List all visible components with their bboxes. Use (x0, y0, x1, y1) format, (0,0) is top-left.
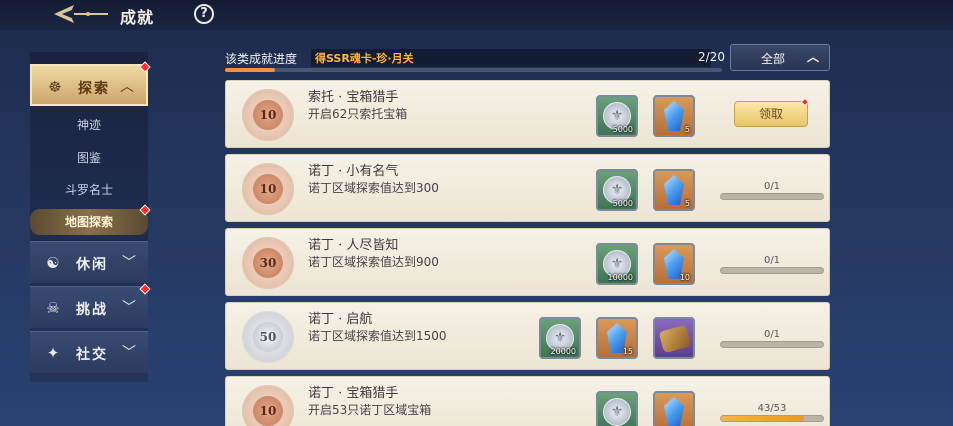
reward-item-gem[interactable]: 5 (653, 169, 695, 211)
reward-item-gem[interactable]: 5 (653, 95, 695, 137)
achievement-badge: 10 (242, 163, 294, 215)
achievement-description: 诺丁区域探索值达到900 (308, 255, 439, 269)
achievement-row: 10 诺丁 · 小有名气诺丁区域探索值达到300 ⚜ 5000 5 0/1 (225, 154, 830, 222)
sidebar-category-label: 挑战 (76, 302, 108, 318)
reward-item-gem[interactable] (653, 391, 695, 426)
badge-points: 10 (253, 100, 283, 130)
badge-points: 10 (253, 174, 283, 204)
achievement-description: 诺丁区域探索值达到300 (308, 181, 439, 195)
page-title: 成就 (120, 8, 155, 27)
reward-quantity: 10 (679, 273, 690, 282)
progress-label: 该类成就进度 (225, 52, 298, 66)
progress-text: 0/1 (763, 329, 781, 340)
achievement-row: 50 诺丁 · 启航诺丁区域探索值达到1500 ⚜ 20000 15 0/1 (225, 302, 830, 370)
crystal-icon (664, 101, 684, 131)
progress-banner: 得SSR魂卡-珍·月关 (311, 49, 711, 67)
sidebar-subitem-famous[interactable]: 斗罗名士 (30, 175, 148, 205)
achievement-progress-bar (720, 193, 824, 200)
reward-quantity: 5 (684, 199, 690, 208)
help-button[interactable]: ? (194, 4, 214, 24)
progress-bar-fill (225, 68, 275, 72)
achievement-title: 诺丁 · 宝箱猎手 (308, 386, 399, 401)
crystal-icon (664, 175, 684, 205)
badge-points: 10 (253, 396, 283, 426)
reward-item-coin[interactable]: ⚜ 5000 (596, 169, 638, 211)
scroll-icon (658, 324, 692, 354)
achievement-description: 诺丁区域探索值达到1500 (308, 329, 447, 343)
sidebar-category-leisure[interactable]: ☯ 休闲 ﹀ (30, 241, 148, 283)
progress-text: 43/53 (757, 403, 787, 414)
chevron-down-icon: ﹀ (122, 255, 136, 271)
reward-item-gem[interactable]: 10 (653, 243, 695, 285)
achievement-badge: 30 (242, 237, 294, 289)
filter-label: 全部 (761, 52, 786, 66)
chevron-up-icon: ︿ (120, 79, 134, 95)
reward-item-coin[interactable]: ⚜ 10000 (596, 243, 638, 285)
sidebar-category-challenge[interactable]: ☠ 挑战 ﹀ (30, 286, 148, 328)
reward-quantity: 5000 (612, 199, 633, 208)
achievement-title: 诺丁 · 小有名气 (308, 164, 399, 179)
sidebar-subitem-miracle[interactable]: 神迹 (30, 110, 148, 140)
reward-quantity: 10000 (607, 273, 633, 282)
filter-dropdown[interactable]: 全部 ︿ (730, 44, 830, 71)
achievement-row: 30 诺丁 · 人尽皆知诺丁区域探索值达到900 ⚜ 10000 10 0/1 (225, 228, 830, 296)
achievement-badge: 10 (242, 385, 294, 426)
claim-button[interactable]: 领取 (734, 101, 808, 127)
badge-points: 50 (253, 322, 283, 352)
achievement-row: 10 诺丁 · 宝箱猎手开启53只诺丁区域宝箱 ⚜ 43/53 (225, 376, 830, 426)
sidebar-subitem-codex[interactable]: 图鉴 (30, 143, 148, 173)
achievement-description: 开启62只索托宝箱 (308, 107, 408, 121)
reward-quantity: 15 (622, 347, 633, 356)
back-arrow-icon[interactable] (52, 3, 110, 25)
sidebar-category-label: 探索 (78, 81, 110, 97)
reward-quantity: 5000 (612, 125, 633, 134)
progress-bar (225, 68, 722, 72)
sidebar-subitem-map-explore[interactable]: 地图探索 (30, 209, 148, 235)
reward-item-scroll[interactable] (653, 317, 695, 359)
badge-points: 30 (253, 248, 283, 278)
achievement-badge: 10 (242, 89, 294, 141)
chevron-up-icon: ︿ (807, 50, 820, 64)
reward-quantity: 5 (684, 125, 690, 134)
achievement-row: 10 索托 · 宝箱猎手 开启62只索托宝箱 ⚜ 5000 5 领取 (225, 80, 830, 148)
progress-banner-text: 得SSR魂卡-珍·月关 (315, 52, 414, 65)
reward-quantity: 20000 (550, 347, 576, 356)
reward-item-coin[interactable]: ⚜ (596, 391, 638, 426)
sidebar-category-explore[interactable]: ☸ 探索 ︿ (30, 64, 148, 106)
sidebar-category-label: 休闲 (76, 257, 108, 273)
achievement-progress-fill (721, 416, 804, 421)
progress-count: 2/20 (698, 50, 725, 64)
achievement-badge: 50 (242, 311, 294, 363)
achievement-title: 诺丁 · 人尽皆知 (308, 238, 399, 253)
progress-text: 0/1 (763, 181, 781, 192)
achievement-title: 诺丁 · 启航 (308, 312, 373, 327)
coin-icon: ⚜ (603, 398, 631, 426)
top-bar: 成就 ? (0, 0, 953, 30)
challenge-icon: ☠ (46, 299, 60, 317)
achievement-title: 索托 · 宝箱猎手 (308, 90, 399, 105)
social-icon: ✦ (46, 344, 60, 362)
achievement-description: 开启53只诺丁区域宝箱 (308, 403, 432, 417)
reward-item-coin[interactable]: ⚜ 5000 (596, 95, 638, 137)
sidebar-category-label: 社交 (76, 347, 108, 363)
chevron-down-icon: ﹀ (122, 345, 136, 361)
explore-icon: ☸ (48, 78, 62, 96)
progress-text: 0/1 (763, 255, 781, 266)
reward-item-gem[interactable]: 15 (596, 317, 638, 359)
leisure-icon: ☯ (46, 254, 60, 272)
achievement-progress-bar (720, 415, 824, 422)
reward-item-coin[interactable]: ⚜ 20000 (539, 317, 581, 359)
achievement-progress-bar (720, 267, 824, 274)
category-progress: 该类成就进度 得SSR魂卡-珍·月关 2/20 (225, 46, 725, 72)
chevron-down-icon: ﹀ (122, 300, 136, 316)
achievement-progress-bar (720, 341, 824, 348)
sidebar-category-social[interactable]: ✦ 社交 ﹀ (30, 331, 148, 373)
crystal-icon (664, 397, 684, 426)
